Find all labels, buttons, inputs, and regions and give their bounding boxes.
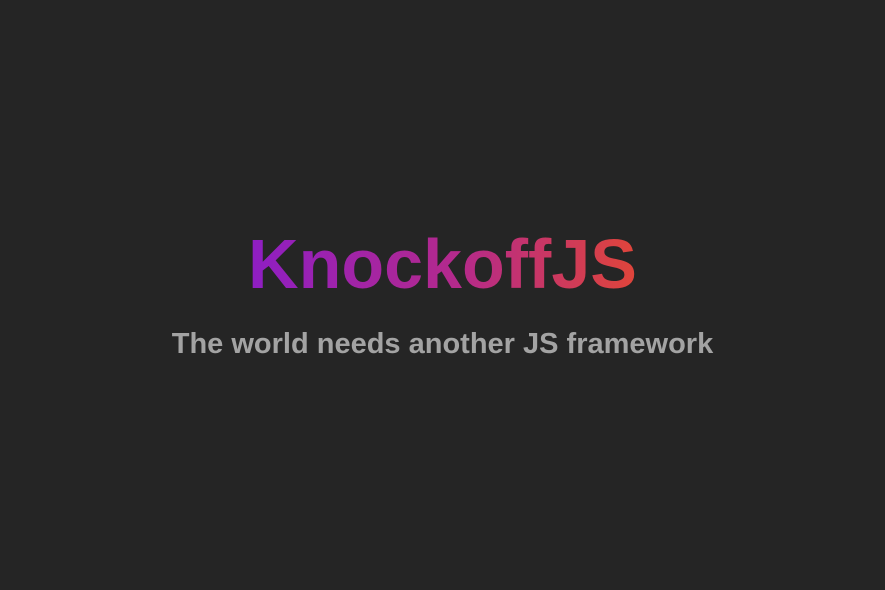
page-subtitle: The world needs another JS framework <box>171 328 714 360</box>
title-text: KnockoffJS <box>248 225 637 303</box>
hero-section: KnockoffJS The world needs another JS fr… <box>0 0 885 590</box>
page-title: KnockoffJS <box>0 222 885 306</box>
